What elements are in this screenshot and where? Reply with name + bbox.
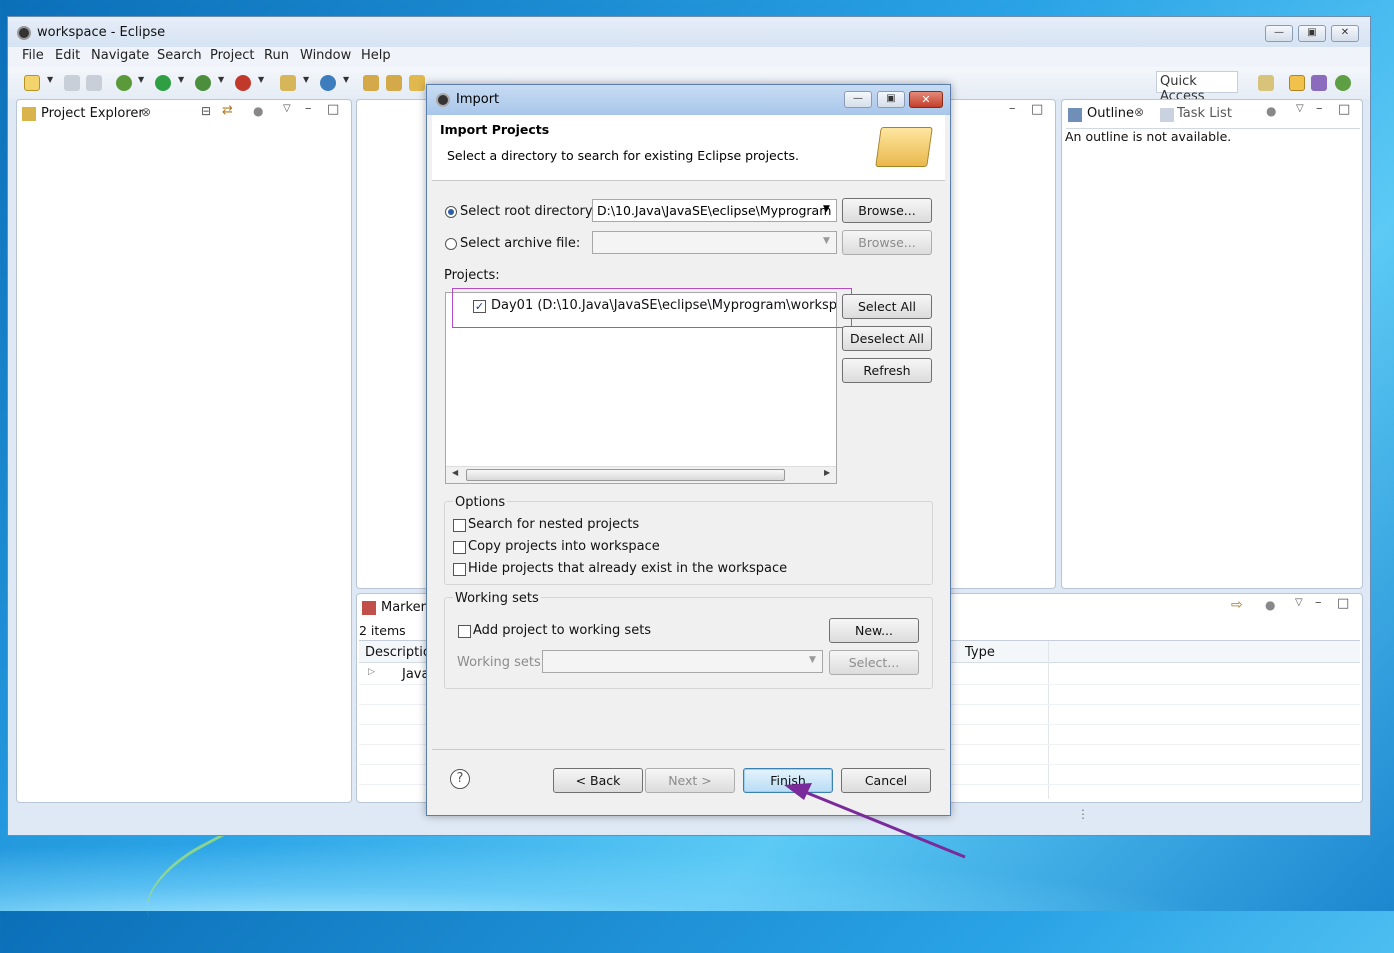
arrow-head [784, 783, 812, 800]
arrow-shaft [799, 788, 966, 859]
annotation-arrow [784, 783, 966, 859]
